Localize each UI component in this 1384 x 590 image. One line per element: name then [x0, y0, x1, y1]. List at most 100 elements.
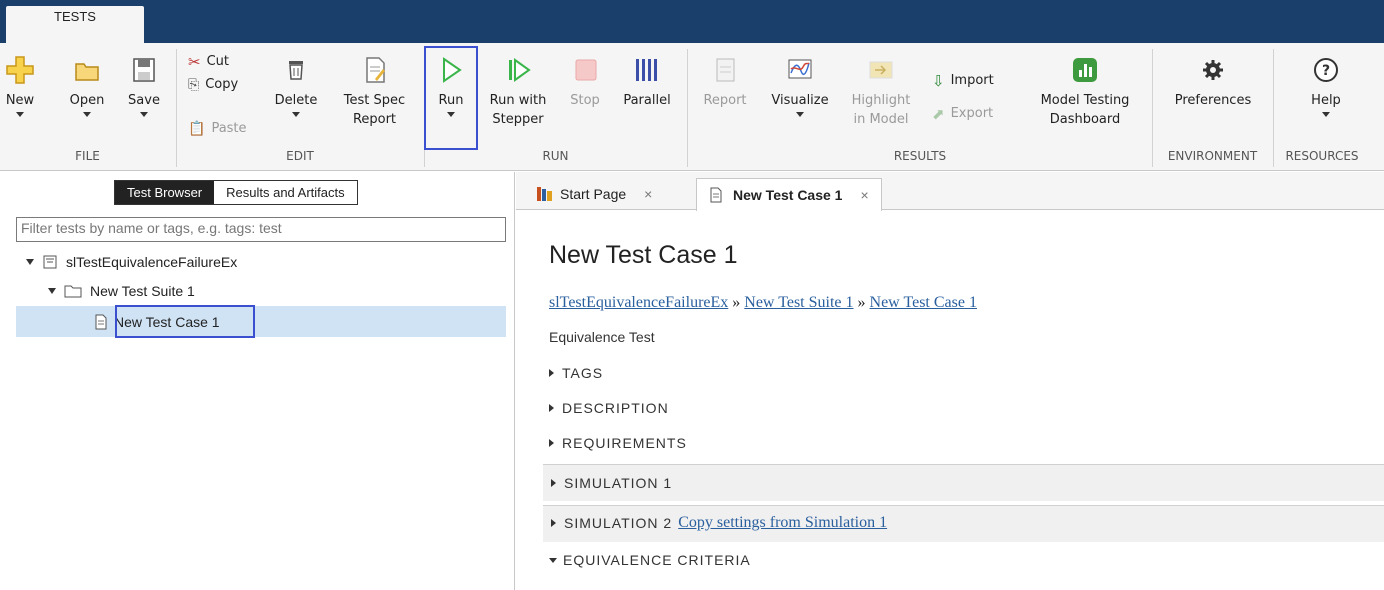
paste-icon: 📋 [188, 121, 206, 137]
cut-button[interactable]: ✂ Cut [188, 53, 229, 71]
help-dropdown-caret[interactable] [1322, 112, 1330, 117]
delete-dropdown-caret[interactable] [292, 112, 300, 117]
new-label: New [5, 93, 35, 108]
folder-open-icon [75, 63, 99, 81]
section-simulation-1-label: SIMULATION 1 [564, 475, 673, 491]
open-label: Open [69, 93, 105, 108]
tree-file-label: slTestEquivalenceFailureEx [66, 254, 238, 270]
breadcrumb-case-link[interactable]: New Test Case 1 [870, 294, 977, 311]
ribbon: New Open Save FILE ✂ Cut ⎘ Copy 📋 Paste [0, 43, 1384, 171]
test-case-icon [710, 187, 722, 203]
highlight-in-model-button[interactable]: Highlight in Model [846, 55, 916, 129]
close-tab-icon[interactable]: × [860, 187, 868, 203]
breadcrumb-separator: » [857, 294, 866, 311]
parallel-label: Parallel [623, 93, 671, 108]
import-button[interactable]: ⇩ Import [932, 72, 994, 90]
run-with-stepper-label-1: Run with [489, 93, 547, 108]
section-description[interactable]: DESCRIPTION [549, 400, 669, 416]
breadcrumb-file-link[interactable]: slTestEquivalenceFailureEx [549, 294, 728, 311]
tab-tests[interactable]: TESTS [6, 6, 144, 44]
stop-icon [575, 59, 597, 81]
preferences-label: Preferences [1174, 93, 1252, 108]
export-icon: ⬈ [932, 105, 945, 123]
save-dropdown-caret[interactable] [140, 112, 148, 117]
run-button[interactable]: Run [428, 55, 474, 117]
group-label-file: FILE [75, 149, 100, 163]
highlight-label-1: Highlight [851, 93, 911, 108]
section-requirements[interactable]: REQUIREMENTS [549, 435, 687, 451]
section-simulation-2-header: SIMULATION 2 Copy settings from Simulati… [551, 514, 887, 532]
paste-button[interactable]: 📋 Paste [188, 120, 247, 138]
case-highlight-box [115, 305, 255, 338]
section-equivalence-criteria[interactable]: EQUIVALENCE CRITERIA [549, 552, 751, 568]
collapsed-arrow-icon [549, 404, 554, 412]
visualize-label: Visualize [771, 93, 829, 108]
new-icon [6, 56, 34, 84]
import-icon: ⇩ [932, 72, 945, 90]
expand-toggle-icon[interactable] [48, 288, 56, 294]
expanded-arrow-icon [549, 557, 557, 563]
section-tags[interactable]: TAGS [549, 365, 603, 381]
section-simulation-1[interactable]: SIMULATION 1 [543, 464, 1384, 501]
dashboard-icon [1073, 58, 1097, 82]
section-equivalence-criteria-label: EQUIVALENCE CRITERIA [563, 552, 751, 568]
collapsed-arrow-icon [551, 479, 556, 487]
export-label: Export [950, 106, 994, 121]
collapsed-arrow-icon [549, 439, 554, 447]
stop-button[interactable]: Stop [563, 55, 607, 110]
export-button[interactable]: ⬈ Export [932, 105, 993, 123]
copy-settings-link[interactable]: Copy settings from Simulation 1 [678, 514, 887, 532]
stop-label: Stop [570, 93, 600, 108]
model-testing-dashboard-button[interactable]: Model Testing Dashboard [1029, 55, 1141, 129]
copy-button[interactable]: ⎘ Copy [188, 76, 238, 94]
group-label-resources: RESOURCES [1285, 149, 1359, 163]
tree-row-suite[interactable]: New Test Suite 1 [48, 277, 195, 305]
report-button[interactable]: Report [697, 55, 753, 110]
test-spec-report-button[interactable]: Test Spec Report [337, 55, 412, 129]
filter-tests-input[interactable] [21, 220, 501, 236]
gear-icon [1203, 60, 1223, 80]
selected-row-highlight [16, 306, 506, 337]
copy-icon: ⎘ [188, 77, 200, 93]
test-case-editor: New Test Case 1 slTestEquivalenceFailure… [516, 211, 1384, 590]
page-title: New Test Case 1 [549, 241, 738, 269]
new-dropdown-caret[interactable] [16, 112, 24, 117]
run-dropdown-caret[interactable] [447, 112, 455, 117]
trash-icon [289, 61, 303, 80]
breadcrumb: slTestEquivalenceFailureEx » New Test Su… [549, 294, 977, 312]
preferences-button[interactable]: Preferences [1167, 55, 1259, 110]
save-button[interactable]: Save [121, 55, 167, 117]
test-spec-report-label-2: Report [352, 112, 397, 127]
open-button[interactable]: Open [62, 55, 112, 117]
group-label-edit: EDIT [286, 149, 314, 163]
delete-button[interactable]: Delete [268, 55, 324, 117]
import-label: Import [950, 73, 994, 88]
run-with-stepper-button[interactable]: Run with Stepper [484, 55, 552, 129]
report-label: Report [703, 93, 747, 108]
expand-toggle-icon[interactable] [26, 259, 34, 265]
breadcrumb-suite-link[interactable]: New Test Suite 1 [744, 294, 853, 311]
close-tab-icon[interactable]: × [644, 186, 652, 202]
report-icon [365, 57, 385, 83]
visualize-button[interactable]: Visualize [764, 55, 836, 117]
help-button[interactable]: ? Help [1300, 55, 1352, 117]
visualize-dropdown-caret[interactable] [796, 112, 804, 117]
help-label: Help [1311, 93, 1341, 108]
paste-label: Paste [211, 121, 247, 136]
section-simulation-1-header: SIMULATION 1 [551, 475, 672, 491]
open-dropdown-caret[interactable] [83, 112, 91, 117]
tree-row-file[interactable]: slTestEquivalenceFailureEx [26, 248, 237, 276]
model-testing-label-2: Dashboard [1049, 112, 1121, 127]
model-testing-label-1: Model Testing [1040, 93, 1130, 108]
test-file-icon [43, 255, 57, 269]
test-case-tab-label: New Test Case 1 [733, 187, 843, 203]
section-simulation-2[interactable]: SIMULATION 2 Copy settings from Simulati… [543, 505, 1384, 542]
tab-new-test-case-1[interactable]: New Test Case 1 × [696, 178, 882, 211]
test-browser-toggle[interactable]: Test Browser [115, 181, 215, 204]
group-label-run: RUN [542, 149, 569, 163]
parallel-button[interactable]: Parallel [616, 55, 678, 110]
tab-start-page[interactable]: Start Page × [524, 178, 664, 210]
new-button[interactable]: New [0, 55, 40, 117]
results-and-artifacts-toggle[interactable]: Results and Artifacts [214, 181, 357, 204]
collapsed-arrow-icon [549, 369, 554, 377]
